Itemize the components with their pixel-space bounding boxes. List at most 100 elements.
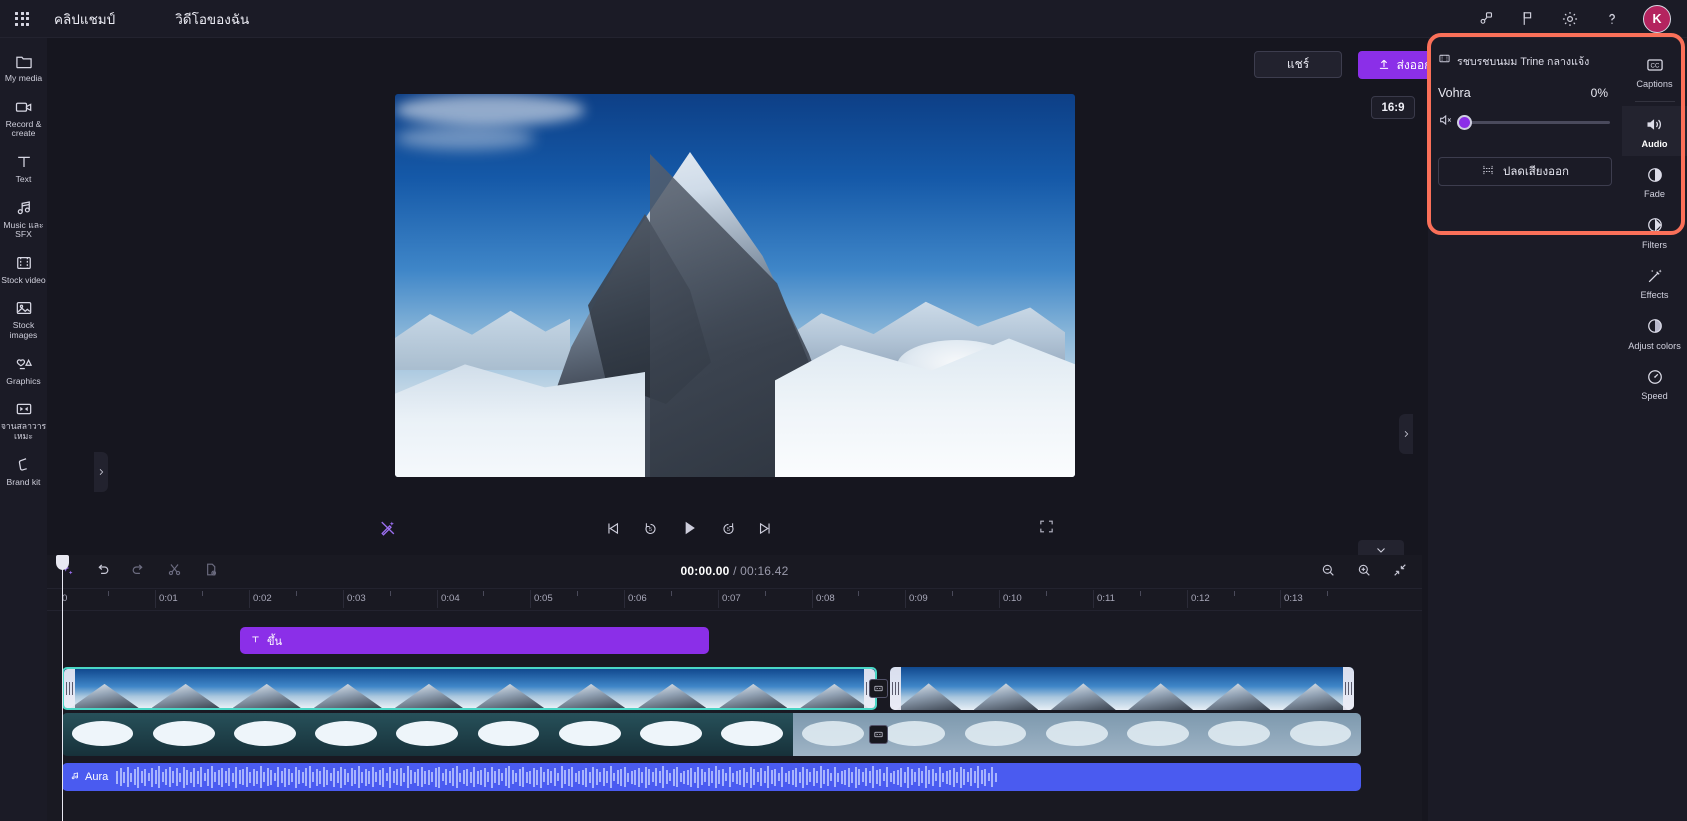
film-strip-icon (14, 253, 34, 273)
camera-icon (14, 97, 34, 117)
music-note-icon (70, 771, 80, 784)
thumbnail (1044, 667, 1122, 710)
sidebar-item-stock-video[interactable]: Stock video (0, 246, 47, 292)
forward-5s-icon[interactable]: 5 (720, 520, 737, 537)
ruler-tick: 0:03 (347, 593, 366, 604)
timeline-ruler[interactable]: 0 0:01 0:02 0:03 0:04 0:05 0:06 0:07 0:0… (47, 589, 1422, 611)
volume-slider-track[interactable] (1457, 115, 1610, 130)
tab-speed[interactable]: Speed (1622, 358, 1687, 409)
thumbnail (712, 669, 794, 708)
expand-right-panel-handle[interactable] (1399, 414, 1413, 454)
video-preview[interactable] (395, 94, 1075, 477)
video-clip-mountain-2[interactable] (890, 667, 1354, 710)
right-sidebar: CC Captions Audio Fade Filters Effects A… (1622, 38, 1687, 821)
properties-header: รชบรชบนมม Trine กลางแจ้ง (1428, 38, 1622, 70)
thumbnail (143, 713, 225, 756)
thumbnail (467, 713, 550, 756)
rewind-5s-icon[interactable]: 5 (642, 520, 659, 537)
speaker-muted-icon[interactable] (1438, 112, 1454, 133)
trim-handle-left[interactable] (890, 667, 901, 710)
sidebar-item-text[interactable]: Text (0, 145, 47, 191)
text-clip[interactable]: ขึ้น (240, 627, 709, 654)
film-strip-icon (1438, 52, 1451, 70)
share-button[interactable]: แชร์ (1254, 51, 1342, 78)
tab-filters[interactable]: Filters (1622, 207, 1687, 258)
help-icon[interactable] (1601, 8, 1623, 30)
clip-thumbnails (890, 667, 1354, 710)
sidebar-label: จานสลาวารเหมะ (0, 421, 47, 441)
thumbnail (630, 713, 712, 756)
skip-previous-icon[interactable] (604, 520, 621, 537)
app-launcher-icon[interactable] (0, 11, 44, 26)
thumbnail (305, 713, 387, 756)
sidebar-item-transitions[interactable]: จานสลาวารเหมะ (0, 392, 47, 447)
brand-label[interactable]: คลิปแชมป์ (46, 4, 123, 34)
thumbnail (224, 713, 306, 756)
video-clip-mountain-1[interactable] (62, 667, 877, 710)
overlay-clip-snow[interactable] (62, 713, 1361, 756)
sidebar-item-graphics[interactable]: Graphics (0, 347, 47, 393)
playhead[interactable] (56, 555, 69, 821)
ruler-tick: 0:12 (1191, 593, 1210, 604)
thumbnail (1279, 713, 1361, 756)
thumbnail (1121, 667, 1200, 710)
tab-label: Filters (1641, 239, 1667, 250)
filters-icon (1645, 215, 1665, 236)
preview-stage (47, 38, 1425, 555)
effects-wand-icon (1645, 265, 1665, 286)
tab-fade[interactable]: Fade (1622, 156, 1687, 207)
tab-adjust-colors[interactable]: Adjust colors (1622, 308, 1687, 359)
sidebar-item-music-sfx[interactable]: Music และ SFX (0, 191, 47, 246)
audio-clip[interactable]: Aura (62, 763, 1361, 791)
sidebar-item-stock-images[interactable]: Stock images (0, 291, 47, 346)
expand-left-panel-handle[interactable] (94, 452, 108, 492)
property-value: 0% (1590, 86, 1608, 100)
left-sidebar: My media Record & create Text Music และ … (0, 38, 47, 821)
transition-badge-1[interactable] (869, 679, 888, 698)
fit-icon[interactable] (1392, 562, 1408, 578)
track-audio: Aura (47, 759, 1422, 799)
thumbnail (793, 669, 875, 708)
ruler-tick: 0:11 (1097, 593, 1115, 604)
music-note-icon (14, 198, 34, 218)
playhead-knob[interactable] (56, 555, 69, 570)
fade-icon (1645, 164, 1665, 185)
detach-audio-button[interactable]: ปลดเสียงออก (1438, 157, 1612, 186)
aspect-ratio-button[interactable]: 16:9 (1371, 96, 1415, 119)
sidebar-item-my-media[interactable]: My media (0, 44, 47, 90)
project-name[interactable]: วิดีโอของฉัน (167, 4, 257, 34)
text-clip-label: ขึ้น (267, 635, 283, 648)
avatar[interactable]: K (1643, 4, 1671, 33)
zoom-in-icon[interactable] (1356, 562, 1372, 578)
clip-thumbnails (62, 713, 1361, 756)
speed-gauge-icon (1645, 366, 1665, 387)
thumbnail (469, 669, 551, 708)
zoom-out-icon[interactable] (1320, 562, 1336, 578)
skip-next-icon[interactable] (757, 520, 774, 537)
tab-effects[interactable]: Effects (1622, 257, 1687, 308)
volume-slider-knob[interactable] (1457, 115, 1472, 130)
ruler-tick: 0:08 (816, 593, 835, 604)
flag-icon[interactable] (1517, 8, 1539, 30)
sidebar-label: Stock video (1, 274, 46, 285)
play-icon[interactable] (679, 518, 699, 538)
sidebar-item-record-create[interactable]: Record & create (0, 90, 47, 145)
track-text: ขึ้น (47, 621, 1422, 661)
gear-icon[interactable] (1559, 8, 1581, 30)
ruler-tick: 0:04 (441, 593, 460, 604)
current-time: 00:00.00 (680, 564, 730, 578)
transition-badge-2[interactable] (869, 725, 888, 744)
magic-eraser-icon[interactable] (378, 518, 398, 543)
fullscreen-icon[interactable] (1038, 518, 1055, 540)
tab-label: Captions (1636, 79, 1673, 89)
trim-handle-left[interactable] (64, 669, 75, 708)
thumbnail (1199, 667, 1277, 710)
trim-handle-right[interactable] (1343, 667, 1354, 710)
sidebar-label: Text (15, 173, 32, 184)
tab-audio[interactable]: Audio (1622, 105, 1687, 157)
sidebar-item-brand-kit[interactable]: Brand kit (0, 448, 47, 494)
image-icon (14, 298, 34, 318)
thumbnail (792, 713, 874, 756)
share-graph-icon[interactable] (1475, 8, 1497, 30)
tab-captions[interactable]: CC Captions (1622, 46, 1687, 97)
